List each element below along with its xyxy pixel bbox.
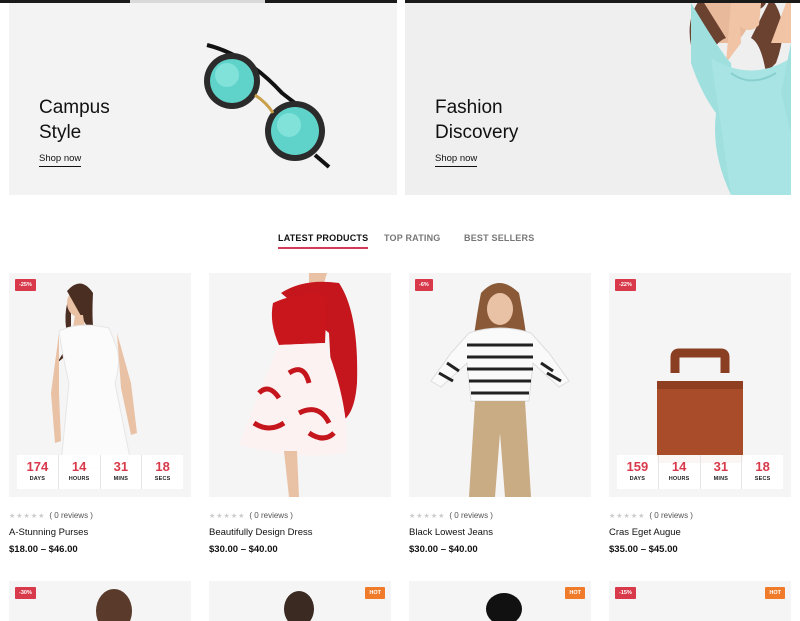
banner-campus-style[interactable]: Campus Style Shop now [9,3,397,195]
countdown-secs: 18 [755,459,770,474]
countdown-timer: 159 DAYS 14 HOURS 31 MINS 18 SECS [617,455,783,489]
countdown-mins: 31 [113,459,129,474]
countdown-timer: 174 DAYS 14 HOURS 31 MINS 18 SECS [17,455,183,489]
rating: ★★★★★ ( 0 reviews ) [209,511,391,520]
hot-badge: HOT [765,587,785,599]
countdown-hours: 14 [671,459,687,474]
model-image [486,593,522,621]
product-card-peek[interactable]: HOT [409,581,591,621]
star-rating-icon: ★★★★★ [409,512,446,520]
countdown-label: DAYS [29,476,46,482]
discount-badge: -6% [415,279,433,291]
discount-badge: -15% [615,587,636,599]
rating: ★★★★★ ( 0 reviews ) [9,511,191,520]
product-card-peek[interactable]: HOT [209,581,391,621]
product-card[interactable]: ★★★★★ ( 0 reviews ) Beautifully Design D… [209,273,391,555]
countdown-label: SECS [754,476,771,482]
top-strip-gap [397,0,405,3]
product-card-peek[interactable]: -15% HOT [609,581,791,621]
star-rating-icon: ★★★★★ [609,512,646,520]
banner-title: Fashion Discovery [435,97,519,143]
discount-badge: -22% [615,279,636,291]
review-count: ( 0 reviews ) [649,511,693,520]
star-rating-icon: ★★★★★ [209,512,246,520]
banner-title: Campus Style [39,97,110,143]
shop-now-link[interactable]: Shop now [435,153,478,167]
countdown-days: 159 [626,459,649,474]
hot-badge: HOT [565,587,585,599]
countdown-label: HOURS [668,476,690,482]
countdown-label: SECS [154,476,171,482]
review-count: ( 0 reviews ) [249,511,293,520]
model-image [284,591,314,621]
product-card-peek[interactable]: -30% [9,581,191,621]
product-image[interactable] [209,273,391,497]
product-image[interactable]: -22% 159 DAYS 14 HOURS 31 MINS 18 SECS [609,273,791,497]
countdown-mins: 31 [713,459,729,474]
countdown-label: MINS [113,476,129,482]
review-count: ( 0 reviews ) [49,511,93,520]
discount-badge: -25% [15,279,36,291]
product-price: $18.00 – $46.00 [9,544,78,555]
product-price: $35.00 – $45.00 [609,544,678,555]
product-card[interactable]: -25% 174 DAYS 14 HOURS 31 MINS 18 SECS ★★★★★… [9,273,191,555]
model-red-dress-image [239,273,358,497]
review-count: ( 0 reviews ) [449,511,493,520]
model-sweater-image [561,3,791,195]
rating: ★★★★★ ( 0 reviews ) [409,511,591,520]
sunglasses-image [204,43,331,169]
product-card[interactable]: -22% 159 DAYS 14 HOURS 31 MINS 18 SECS ★★★★★… [609,273,791,555]
model-image [96,589,132,621]
star-rating-icon: ★★★★★ [9,512,46,520]
discount-badge: -30% [15,587,36,599]
product-name[interactable]: Beautifully Design Dress [209,527,391,538]
product-image[interactable]: -6% [409,273,591,497]
hot-badge: HOT [365,587,385,599]
product-price: $30.00 – $40.00 [409,544,478,555]
product-name[interactable]: A-Stunning Purses [9,527,191,538]
tab-top-rating[interactable]: TOP RATING [384,233,441,243]
model-striped-sweater-image [430,283,570,497]
countdown-hours: 14 [71,459,87,474]
tab-best-sellers[interactable]: BEST SELLERS [464,233,534,243]
product-name[interactable]: Cras Eget Augue [609,527,791,538]
tab-latest-products[interactable]: LATEST PRODUCTS [278,233,369,249]
countdown-label: HOURS [68,476,90,482]
rating: ★★★★★ ( 0 reviews ) [609,511,791,520]
product-card[interactable]: -6% ★★★★★ ( 0 reviews ) Black Lowest Jea… [409,273,591,555]
shop-now-link[interactable]: Shop now [39,153,82,167]
banner-fashion-discovery[interactable]: Fashion Discovery Shop now [405,3,791,195]
product-tabs: LATEST PRODUCTS TOP RATING BEST SELLERS [0,233,800,253]
product-name[interactable]: Black Lowest Jeans [409,527,591,538]
countdown-label: DAYS [629,476,646,482]
product-price: $30.00 – $40.00 [209,544,278,555]
countdown-days: 174 [26,459,49,474]
countdown-secs: 18 [155,459,170,474]
product-image[interactable]: -25% 174 DAYS 14 HOURS 31 MINS 18 SECS [9,273,191,497]
countdown-label: MINS [713,476,729,482]
